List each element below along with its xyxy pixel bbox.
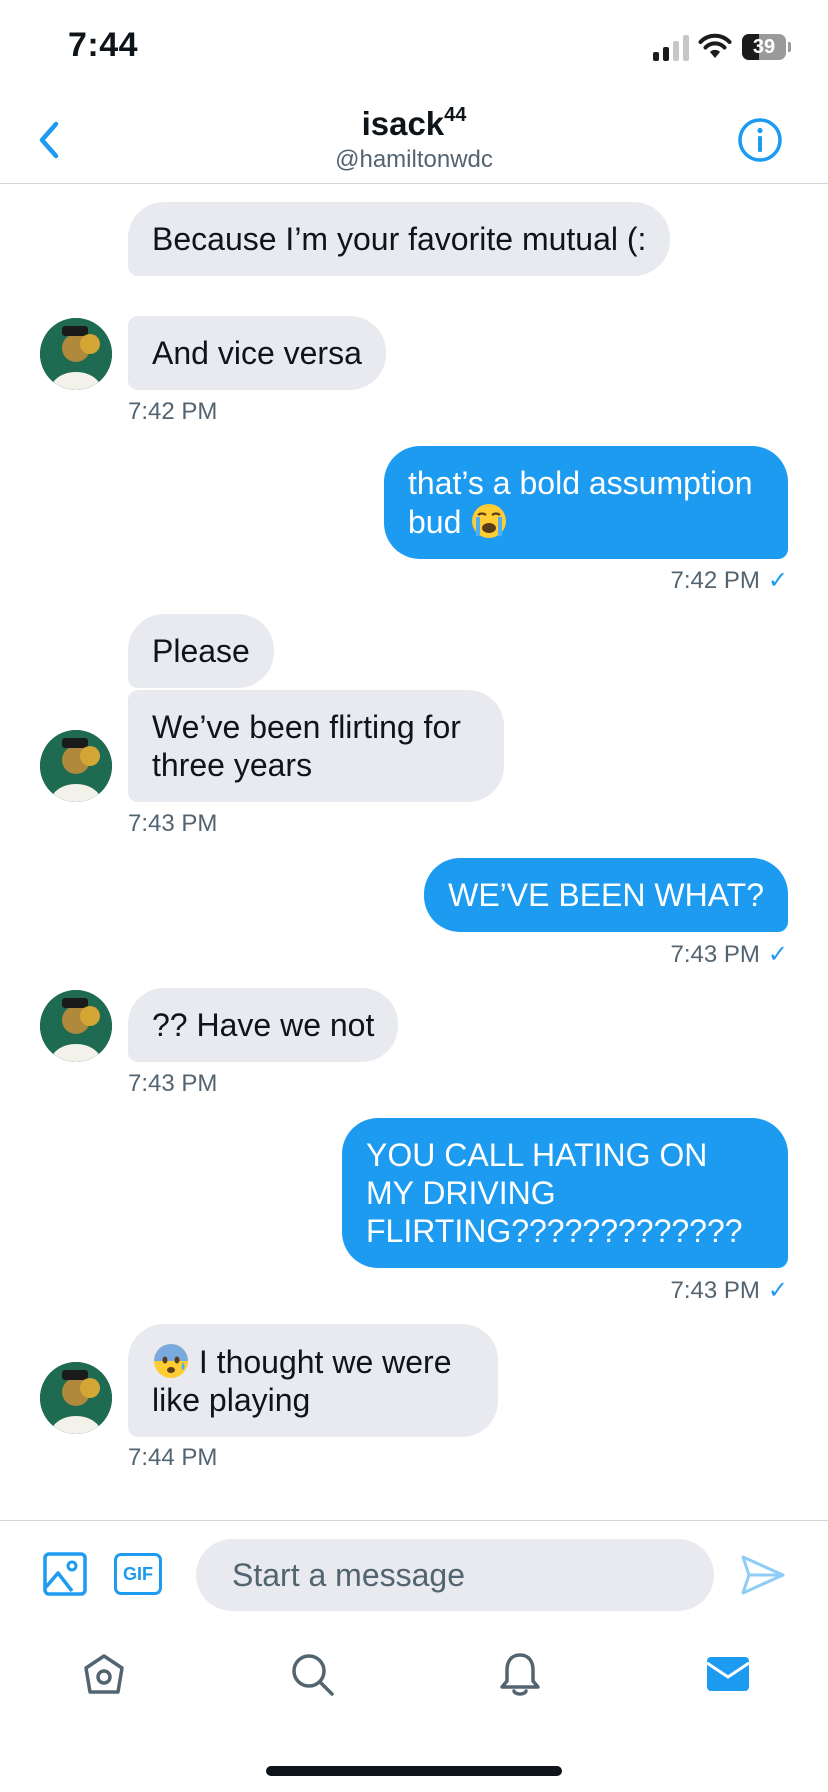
bottom-nav	[0, 1628, 828, 1728]
image-icon[interactable]	[42, 1551, 88, 1597]
message-input[interactable]	[196, 1539, 714, 1611]
cellular-signal-icon	[653, 35, 689, 61]
timestamp-text: 7:43 PM	[670, 1277, 760, 1304]
avatar-image	[40, 1362, 112, 1434]
status-time: 7:44	[68, 26, 139, 64]
avatar-image	[40, 318, 112, 390]
avatar[interactable]	[40, 730, 112, 802]
avatar[interactable]	[40, 990, 112, 1062]
wifi-icon	[698, 33, 732, 58]
incoming-message[interactable]: I thought we were like playing	[128, 1324, 498, 1437]
avatar[interactable]	[40, 1362, 112, 1434]
read-check-icon: ✓	[767, 1277, 788, 1304]
message-timestamp: 7:43 PM ✓	[671, 1276, 789, 1305]
info-button[interactable]	[736, 116, 784, 164]
search-icon[interactable]	[288, 1650, 336, 1698]
avatar[interactable]	[40, 318, 112, 390]
contact-name[interactable]: isack44	[0, 104, 828, 143]
send-icon[interactable]	[740, 1553, 786, 1597]
incoming-message[interactable]: Because I’m your favorite mutual (:	[128, 202, 671, 276]
message-timestamp: 7:43 PM	[128, 810, 218, 837]
incoming-message[interactable]: And vice versa	[128, 316, 386, 390]
message-timestamp: 7:44 PM	[128, 1444, 218, 1471]
home-indicator[interactable]	[266, 1766, 562, 1776]
message-composer: GIF	[0, 1520, 828, 1628]
timestamp-text: 7:42 PM	[670, 567, 760, 594]
battery-nub	[788, 42, 791, 52]
home-icon[interactable]	[80, 1650, 128, 1698]
outgoing-message[interactable]: YOU CALL HATING ON MY DRIVING FLIRTING??…	[342, 1118, 788, 1268]
read-check-icon: ✓	[767, 941, 788, 968]
contact-name-superscript: 44	[444, 104, 467, 126]
incoming-message[interactable]: We’ve been flirting for three years	[128, 690, 504, 802]
message-timestamp: 7:42 PM	[128, 398, 218, 425]
battery-percent: 39	[752, 36, 776, 58]
avatar-image	[40, 730, 112, 802]
anxious-face-icon	[154, 1344, 188, 1378]
status-bar: 7:44 39	[0, 0, 828, 100]
avatar-image	[40, 990, 112, 1062]
message-timestamp: 7:43 PM	[128, 1070, 218, 1097]
message-text: that’s a bold assumption bud	[408, 465, 753, 540]
timestamp-text: 7:43 PM	[670, 941, 760, 968]
contact-handle: @hamiltonwdc	[335, 146, 493, 173]
messages-icon[interactable]	[704, 1650, 752, 1698]
message-text: I thought we were like playing	[152, 1344, 452, 1418]
message-timestamp: 7:43 PM ✓	[671, 940, 789, 969]
message-timestamp: 7:42 PM ✓	[671, 566, 789, 595]
outgoing-message[interactable]: that’s a bold assumption bud	[384, 446, 788, 559]
battery-icon: 39	[742, 34, 791, 60]
conversation-header: isack44 @hamiltonwdc	[0, 100, 828, 184]
incoming-message[interactable]: Please	[128, 614, 274, 688]
incoming-message[interactable]: ?? Have we not	[128, 988, 399, 1062]
loudly-crying-face-icon	[472, 504, 507, 538]
notifications-icon[interactable]	[496, 1650, 544, 1698]
outgoing-message[interactable]: WE’VE BEEN WHAT?	[424, 858, 788, 932]
read-check-icon: ✓	[767, 567, 788, 594]
contact-name-text: isack	[361, 105, 445, 142]
gif-button[interactable]: GIF	[114, 1553, 162, 1595]
